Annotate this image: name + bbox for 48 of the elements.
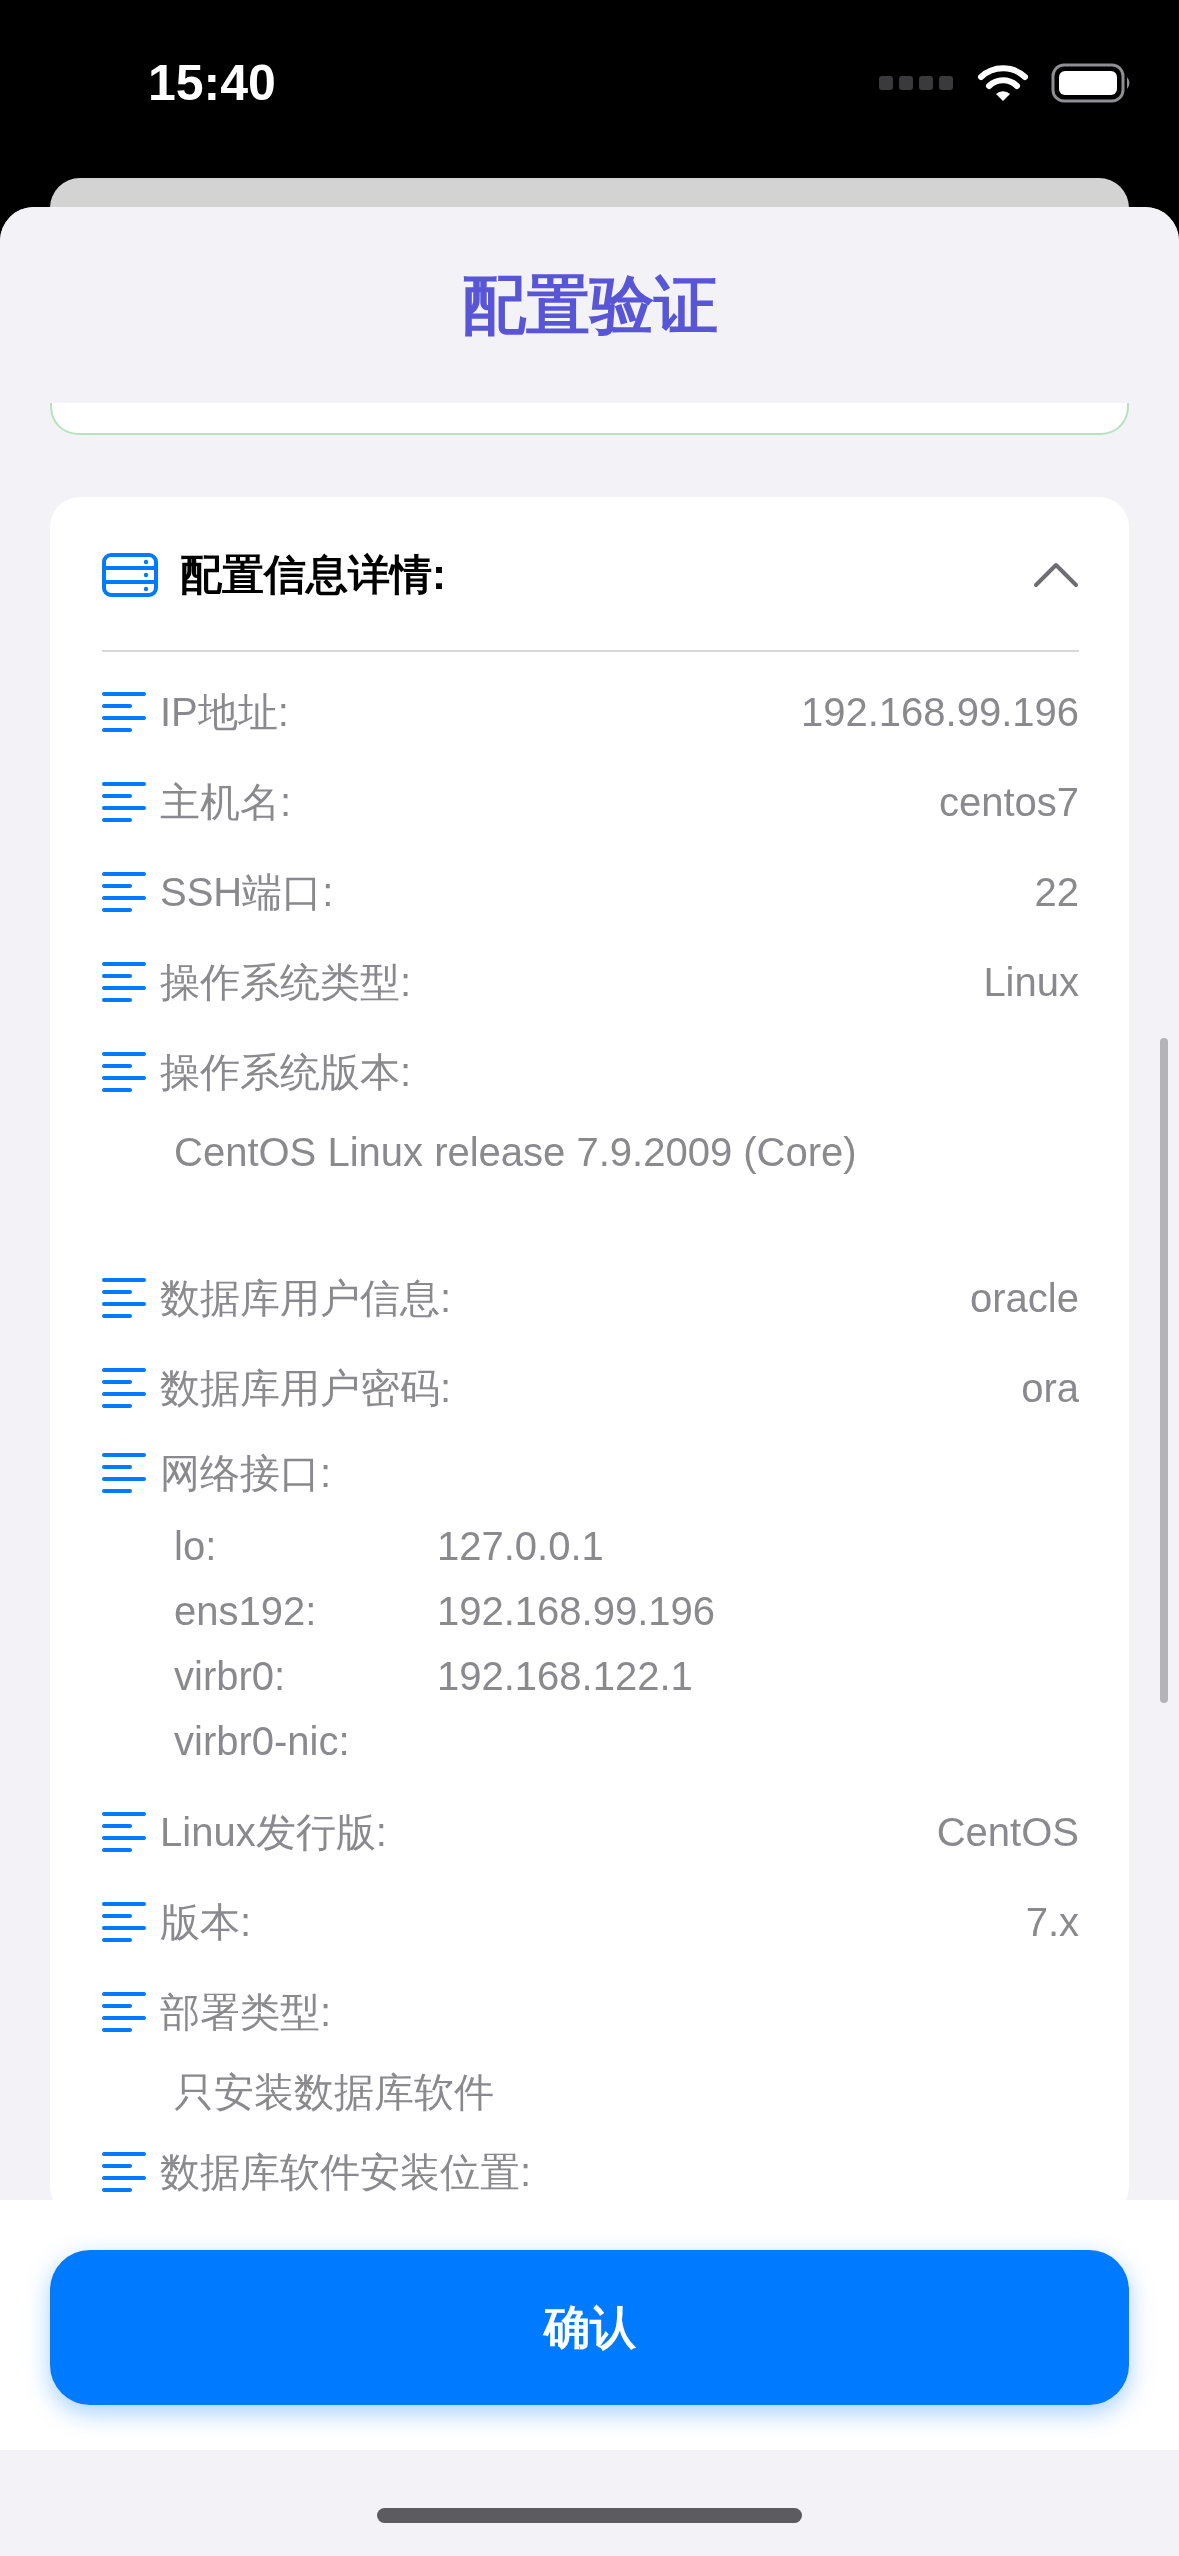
list-icon xyxy=(102,1992,146,2032)
list-icon xyxy=(102,872,146,912)
list-icon xyxy=(102,1453,146,1493)
list-icon xyxy=(102,782,146,822)
field-value: 192.168.99.196 xyxy=(800,689,1079,736)
interface-address: 127.0.0.1 xyxy=(437,1522,604,1570)
interface-address: 192.168.122.1 xyxy=(437,1652,693,1700)
signal-icon xyxy=(879,76,955,90)
list-icon xyxy=(102,1902,146,1942)
interface-name: virbr0: xyxy=(174,1652,287,1700)
field-value: 22 xyxy=(1034,869,1079,916)
interface-name: ens192: xyxy=(174,1587,318,1635)
field-value: CentOS xyxy=(936,1809,1079,1856)
confirm-button[interactable]: 确认 xyxy=(50,2250,1129,2405)
field-value: ora xyxy=(1021,1365,1079,1412)
chevron-up-icon[interactable] xyxy=(1033,561,1079,588)
list-icon xyxy=(102,962,146,1002)
field-label: SSH端口: xyxy=(160,869,335,916)
section-title: 配置信息详情: xyxy=(180,550,447,600)
status-time: 15:40 xyxy=(148,53,276,113)
field-value: centos7 xyxy=(938,779,1079,826)
interface-address: 192.168.99.196 xyxy=(437,1587,716,1635)
field-value: CentOS Linux release 7.9.2009 (Core) xyxy=(173,1129,858,1176)
field-label: 网络接口: xyxy=(160,1450,333,1497)
list-icon xyxy=(102,692,146,732)
list-icon xyxy=(102,1052,146,1092)
list-icon xyxy=(102,1368,146,1408)
server-icon xyxy=(102,552,158,597)
field-label: Linux发行版: xyxy=(160,1809,388,1856)
list-icon xyxy=(102,1278,146,1318)
field-label: 数据库用户信息: xyxy=(160,1275,453,1322)
field-label: 部署类型: xyxy=(160,1989,333,2036)
field-label: 操作系统类型: xyxy=(160,959,413,1006)
field-value: 只安装数据库软件 xyxy=(173,2069,495,2116)
field-label: 数据库软件安装位置: xyxy=(160,2149,533,2196)
interface-name: virbr0-nic: xyxy=(174,1717,351,1765)
wifi-icon xyxy=(977,64,1029,102)
field-value: Linux xyxy=(983,959,1079,1006)
list-icon xyxy=(102,1812,146,1852)
field-value: oracle xyxy=(970,1275,1079,1322)
field-label: 数据库用户密码: xyxy=(160,1365,453,1412)
field-label: IP地址: xyxy=(160,689,290,736)
interface-name: lo: xyxy=(174,1522,218,1570)
field-label: 主机名: xyxy=(160,779,293,826)
field-value: 7.x xyxy=(1025,1899,1079,1946)
field-label: 操作系统版本: xyxy=(160,1049,413,1096)
field-label: 版本: xyxy=(160,1899,253,1946)
list-icon xyxy=(102,2152,146,2192)
